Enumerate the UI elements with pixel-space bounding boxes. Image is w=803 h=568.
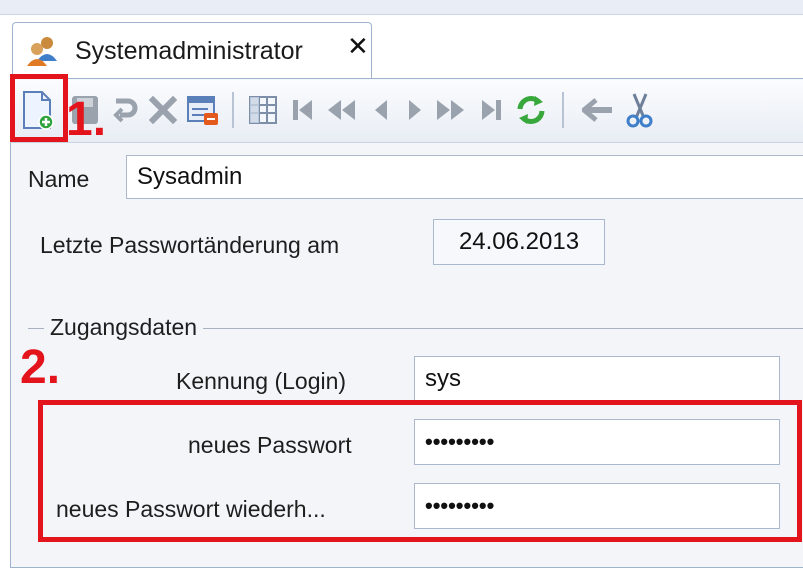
login-value: sys bbox=[425, 365, 461, 392]
name-value: Sysadmin bbox=[137, 163, 243, 190]
new-password-field[interactable]: ••••••••• bbox=[414, 419, 780, 465]
cut-button[interactable] bbox=[618, 88, 660, 132]
close-icon[interactable]: ✕ bbox=[347, 33, 369, 59]
back-button[interactable] bbox=[578, 88, 620, 132]
first-icon bbox=[293, 100, 312, 120]
annotation-step2: 2. bbox=[20, 341, 61, 394]
arrow-left-icon bbox=[582, 98, 612, 122]
last-icon bbox=[482, 100, 501, 120]
name-label: Name bbox=[28, 166, 90, 192]
fast-forward-icon bbox=[437, 100, 464, 120]
annotation-step1: 1. bbox=[66, 93, 107, 146]
login-field[interactable]: sys bbox=[414, 356, 780, 402]
toolbar bbox=[10, 80, 803, 143]
next-icon bbox=[409, 100, 421, 120]
undo-icon bbox=[113, 98, 138, 123]
name-field[interactable]: Sysadmin bbox=[126, 155, 803, 199]
scissors-icon bbox=[626, 93, 653, 128]
new-password-label: neues Passwort bbox=[188, 432, 352, 458]
table-icon bbox=[249, 96, 277, 124]
fast-back-button[interactable] bbox=[320, 88, 362, 132]
form-button[interactable] bbox=[182, 88, 224, 132]
prev-icon bbox=[375, 100, 387, 120]
last-password-change-field: 24.06.2013 bbox=[433, 219, 605, 265]
window-top-strip bbox=[0, 0, 803, 15]
table-view-button[interactable] bbox=[242, 88, 284, 132]
toolbar-separator bbox=[562, 92, 564, 128]
fast-back-icon bbox=[328, 100, 355, 120]
last-password-change-value: 24.06.2013 bbox=[458, 228, 580, 255]
undo-button[interactable] bbox=[104, 88, 146, 132]
repeat-password-value: ••••••••• bbox=[425, 493, 495, 518]
toolbar-separator bbox=[232, 92, 234, 128]
form-icon bbox=[187, 96, 218, 125]
fast-forward-button[interactable] bbox=[430, 88, 472, 132]
new-password-value: ••••••••• bbox=[425, 429, 495, 454]
last-password-change-label: Letzte Passwortänderung am bbox=[40, 232, 340, 258]
group-title-zugangsdaten: Zugangsdaten bbox=[44, 314, 204, 341]
first-record-button[interactable] bbox=[282, 88, 324, 132]
repeat-password-field[interactable]: ••••••••• bbox=[414, 483, 780, 529]
delete-button[interactable] bbox=[142, 88, 184, 132]
login-label: Kennung (Login) bbox=[176, 368, 347, 394]
refresh-icon bbox=[517, 96, 545, 124]
last-record-button[interactable] bbox=[470, 88, 512, 132]
tab-systemadministrator[interactable]: Systemadministrator ✕ bbox=[12, 22, 372, 78]
repeat-password-label: neues Passwort wiederh... bbox=[56, 496, 326, 522]
delete-icon bbox=[149, 96, 177, 124]
tab-title: Systemadministrator bbox=[75, 37, 303, 65]
highlight-box-step1 bbox=[10, 74, 68, 142]
refresh-button[interactable] bbox=[510, 88, 552, 132]
users-icon bbox=[25, 35, 61, 67]
